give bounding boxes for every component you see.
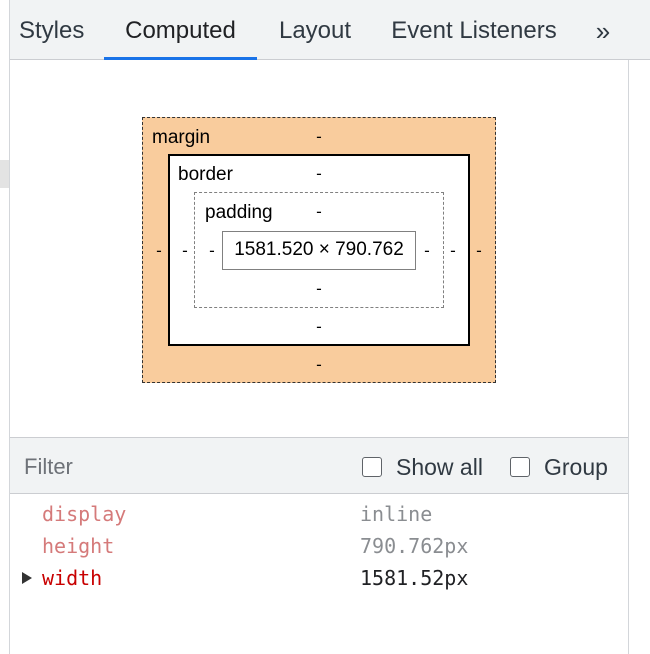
- property-value: inline: [360, 502, 433, 526]
- border-right-value[interactable]: -: [446, 241, 460, 261]
- show-all-checkbox[interactable]: Show all: [362, 452, 483, 482]
- padding-bottom-value[interactable]: -: [312, 279, 326, 299]
- padding-top-value[interactable]: -: [312, 202, 326, 222]
- margin-left-value[interactable]: -: [152, 241, 166, 261]
- scrollbar-gutter[interactable]: [628, 60, 650, 654]
- padding-right-value[interactable]: -: [420, 241, 434, 261]
- expand-triangle-icon[interactable]: [22, 572, 32, 584]
- computed-properties-list: display inline height 790.762px width 15…: [10, 498, 628, 594]
- tab-styles[interactable]: Styles: [10, 0, 94, 59]
- margin-right-value[interactable]: -: [472, 241, 486, 261]
- property-value: 1581.52px: [360, 566, 469, 590]
- show-all-label: Show all: [396, 453, 483, 480]
- tab-event-listeners[interactable]: Event Listeners: [384, 0, 564, 59]
- more-tabs-chevron-icon[interactable]: »: [582, 0, 618, 59]
- property-value: 790.762px: [360, 534, 469, 558]
- border-top-value[interactable]: -: [312, 164, 326, 184]
- border-bottom-value[interactable]: -: [312, 317, 326, 337]
- property-row-width[interactable]: width 1581.52px: [10, 562, 628, 594]
- group-checkbox[interactable]: Group: [510, 452, 608, 482]
- padding-label: padding: [205, 202, 273, 223]
- border-left-value[interactable]: -: [178, 241, 192, 261]
- margin-bottom-value[interactable]: -: [312, 355, 326, 375]
- group-label: Group: [544, 453, 608, 480]
- margin-top-value[interactable]: -: [312, 127, 326, 147]
- property-row-height[interactable]: height 790.762px: [10, 530, 628, 562]
- property-name: height: [42, 534, 115, 558]
- filter-input[interactable]: [24, 452, 324, 482]
- padding-left-value[interactable]: -: [205, 241, 219, 261]
- show-all-checkbox-box[interactable]: [362, 457, 382, 477]
- left-panel-edge: [0, 0, 10, 654]
- property-name: display: [42, 502, 127, 526]
- group-checkbox-box[interactable]: [510, 457, 530, 477]
- border-label: border: [178, 164, 233, 185]
- resize-handle[interactable]: [0, 160, 9, 188]
- tab-computed[interactable]: Computed: [104, 0, 257, 60]
- property-row-display[interactable]: display inline: [10, 498, 628, 530]
- tab-layout[interactable]: Layout: [270, 0, 360, 59]
- box-model-content-size[interactable]: 1581.520 × 790.762: [222, 231, 416, 270]
- filter-bar: Show all Group: [10, 437, 628, 494]
- property-name: width: [42, 566, 103, 590]
- margin-label: margin: [152, 127, 211, 148]
